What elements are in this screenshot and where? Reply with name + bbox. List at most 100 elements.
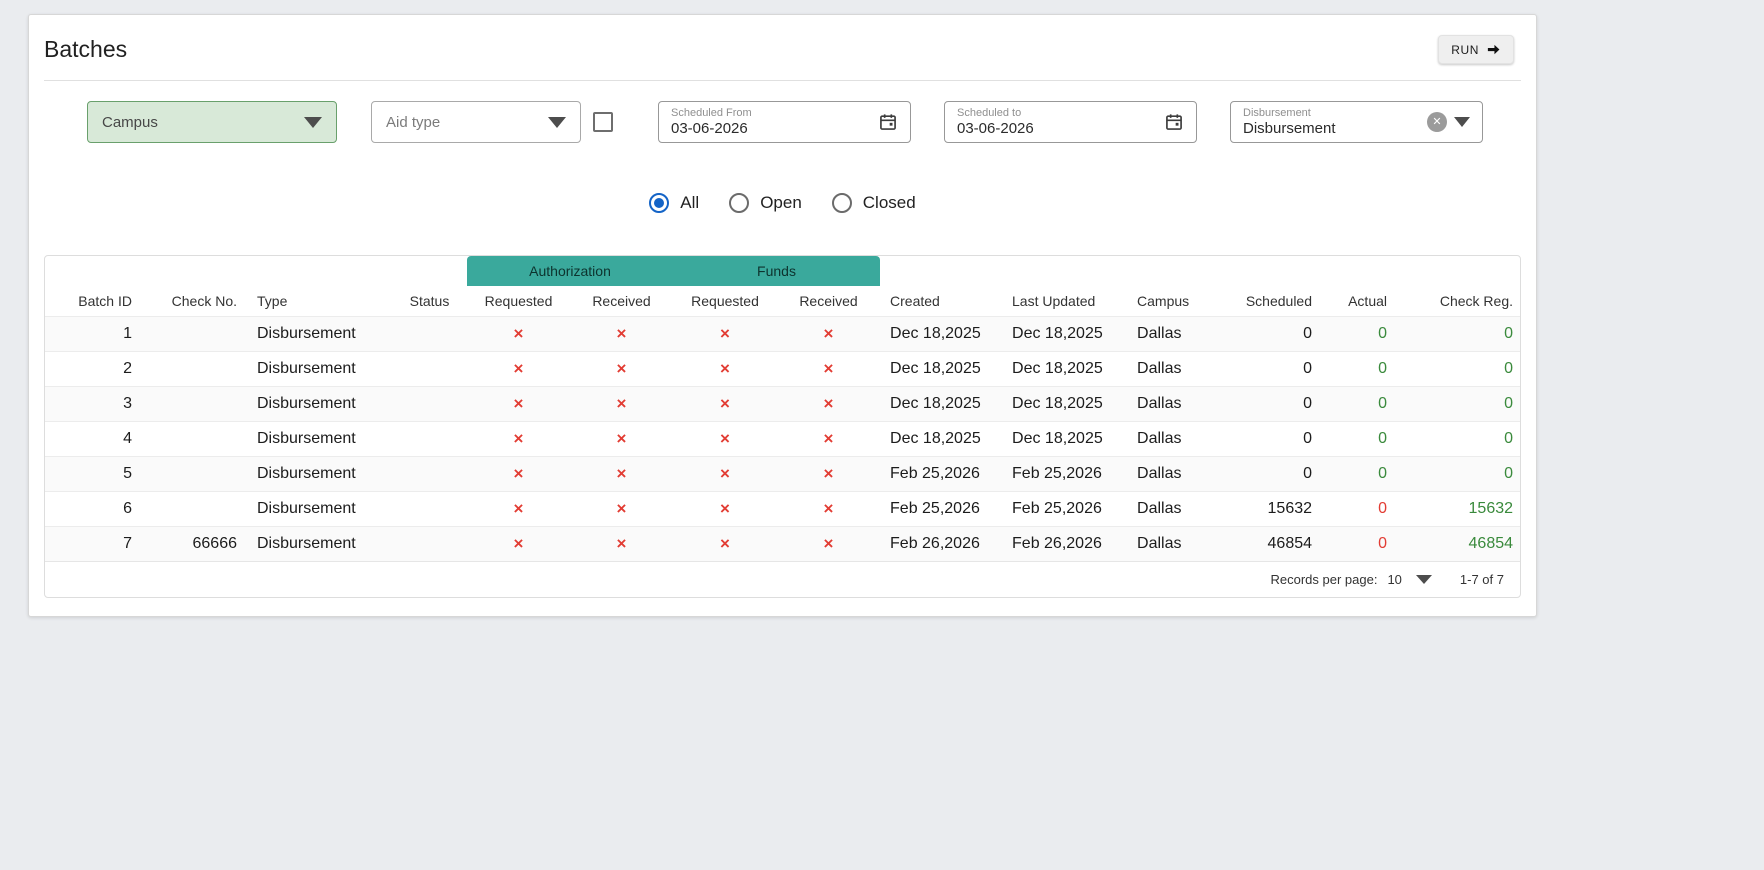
- chevron-down-icon: [1454, 117, 1470, 127]
- actual-cell: 0: [1378, 324, 1388, 342]
- radio-closed[interactable]: Closed: [831, 193, 916, 213]
- radio-label: Open: [760, 193, 802, 212]
- scheduled-to-texts: Scheduled to 03-06-2026: [957, 107, 1034, 137]
- records-per-page-value[interactable]: 10: [1387, 572, 1401, 587]
- radio-label: Closed: [862, 193, 916, 212]
- batch-id-cell: 3: [123, 394, 132, 412]
- batch-id-cell: 6: [123, 499, 132, 517]
- disbursement-value: Disbursement: [1243, 120, 1336, 137]
- scheduled-to-field[interactable]: Scheduled to 03-06-2026: [944, 101, 1197, 143]
- auth-requested-cell: ×: [513, 498, 524, 518]
- chevron-down-icon[interactable]: [1415, 575, 1432, 584]
- scheduled-cell: 0: [1303, 464, 1313, 482]
- funds-requested-cell: ×: [720, 498, 730, 518]
- auth-received-cell: ×: [616, 428, 627, 448]
- check-no-cell: [142, 456, 247, 491]
- campus-select[interactable]: Campus: [87, 101, 337, 143]
- scheduled-from-field[interactable]: Scheduled From 03-06-2026: [658, 101, 911, 143]
- table-row[interactable]: 4 Disbursement × × × × Dec 18,2025 Dec 18,2025 D…: [45, 421, 1520, 456]
- status-cell: [392, 316, 467, 351]
- col-header-check-no: Check No.: [171, 292, 237, 309]
- last-updated-cell: Dec 18,2025: [1012, 394, 1103, 412]
- actual-cell: 0: [1378, 359, 1388, 377]
- col-header-auth-requested: Requested: [484, 292, 553, 309]
- created-cell: Dec 18,2025: [890, 429, 981, 447]
- status-cell: [392, 351, 467, 386]
- actual-cell: 0: [1378, 499, 1388, 517]
- auth-requested-cell: ×: [513, 533, 524, 553]
- campus-cell: Dallas: [1137, 534, 1182, 552]
- check-reg-cell: 46854: [1468, 534, 1514, 552]
- col-header-campus: Campus: [1137, 292, 1190, 309]
- check-no-cell: [142, 386, 247, 421]
- actual-cell: 0: [1378, 429, 1388, 447]
- funds-requested-cell: ×: [720, 393, 730, 413]
- table-row[interactable]: 5 Disbursement × × × × Feb 25,2026 Feb 25,2026 D…: [45, 456, 1520, 491]
- check-no-cell: [142, 351, 247, 386]
- run-button[interactable]: RUN: [1438, 35, 1514, 64]
- auth-received-cell: ×: [616, 323, 627, 343]
- col-header-scheduled: Scheduled: [1245, 292, 1313, 309]
- created-cell: Dec 18,2025: [890, 324, 981, 342]
- scheduled-cell: 0: [1303, 324, 1313, 342]
- status-cell: [392, 526, 467, 561]
- scheduled-cell: 0: [1303, 394, 1313, 412]
- run-arrow-icon: [1486, 42, 1501, 57]
- check-reg-cell: 0: [1504, 359, 1514, 377]
- table-row[interactable]: 6 Disbursement × × × × Feb 25,2026 Feb 25,2026 D…: [45, 491, 1520, 526]
- filter-checkbox[interactable]: [593, 112, 613, 132]
- funds-requested-cell: ×: [720, 358, 730, 378]
- batch-id-cell: 4: [123, 429, 132, 447]
- created-cell: Feb 26,2026: [890, 534, 980, 552]
- radio-icon: [831, 193, 852, 213]
- radio-open[interactable]: Open: [729, 193, 802, 213]
- group-header-blank: [45, 256, 467, 286]
- calendar-icon[interactable]: [878, 112, 898, 132]
- chevron-down-icon: [304, 116, 322, 128]
- status-radio-group: All Open Closed: [29, 193, 1536, 213]
- batches-table-body: 1 Disbursement × × × × Dec 18,2025 Dec 18,2025 D…: [45, 316, 1520, 561]
- records-per-page-label: Records per page:: [1270, 572, 1378, 587]
- scheduled-to-value: 03-06-2026: [957, 120, 1034, 137]
- auth-received-cell: ×: [616, 498, 627, 518]
- pagination-bar: Records per page: 10 1-7 of 7: [45, 561, 1520, 597]
- table-row[interactable]: 2 Disbursement × × × × Dec 18,2025 Dec 18,2025 D…: [45, 351, 1520, 386]
- table-row[interactable]: 1 Disbursement × × × × Dec 18,2025 Dec 18,2025 D…: [45, 316, 1520, 351]
- table-row[interactable]: 3 Disbursement × × × × Dec 18,2025 Dec 18,2025 D…: [45, 386, 1520, 421]
- group-header-blank: [880, 256, 1520, 286]
- auth-requested-cell: ×: [513, 428, 524, 448]
- scheduled-from-label: Scheduled From: [671, 107, 752, 119]
- last-updated-cell: Feb 25,2026: [1012, 499, 1102, 517]
- radio-icon: [729, 193, 750, 213]
- scheduled-cell: 0: [1303, 429, 1313, 447]
- created-cell: Dec 18,2025: [890, 359, 981, 377]
- chevron-down-icon: [548, 116, 566, 128]
- funds-received-cell: ×: [823, 498, 834, 518]
- col-header-created: Created: [890, 292, 940, 309]
- actual-cell: 0: [1378, 464, 1388, 482]
- calendar-icon[interactable]: [1164, 112, 1184, 132]
- scheduled-from-value: 03-06-2026: [671, 120, 748, 137]
- status-cell: [392, 456, 467, 491]
- scheduled-cell: 15632: [1267, 499, 1313, 517]
- check-reg-cell: 0: [1504, 464, 1514, 482]
- disbursement-select[interactable]: Disbursement Disbursement ✕: [1230, 101, 1483, 143]
- group-header-funds: Funds: [673, 256, 881, 286]
- pagination-range: 1-7 of 7: [1459, 572, 1504, 587]
- campus-cell: Dallas: [1137, 394, 1182, 412]
- created-cell: Feb 25,2026: [890, 464, 980, 482]
- status-cell: [392, 386, 467, 421]
- col-header-batch-id: Batch ID: [78, 292, 132, 309]
- clear-icon[interactable]: ✕: [1427, 112, 1447, 132]
- table-row[interactable]: 7 66666 Disbursement × × × × Feb 26,2026 Feb 26,…: [45, 526, 1520, 561]
- auth-received-cell: ×: [616, 463, 627, 483]
- funds-received-cell: ×: [823, 428, 834, 448]
- batch-id-cell: 5: [123, 464, 132, 482]
- batches-table: Authorization Funds Batch ID Check No. T…: [45, 256, 1520, 561]
- aid-type-select[interactable]: Aid type: [371, 101, 581, 143]
- radio-all[interactable]: All: [649, 193, 699, 213]
- actual-cell: 0: [1378, 394, 1388, 412]
- filters-row: Campus Aid type Scheduled From 03-06-202…: [29, 81, 1536, 143]
- col-header-status: Status: [409, 292, 450, 309]
- funds-received-cell: ×: [823, 533, 834, 553]
